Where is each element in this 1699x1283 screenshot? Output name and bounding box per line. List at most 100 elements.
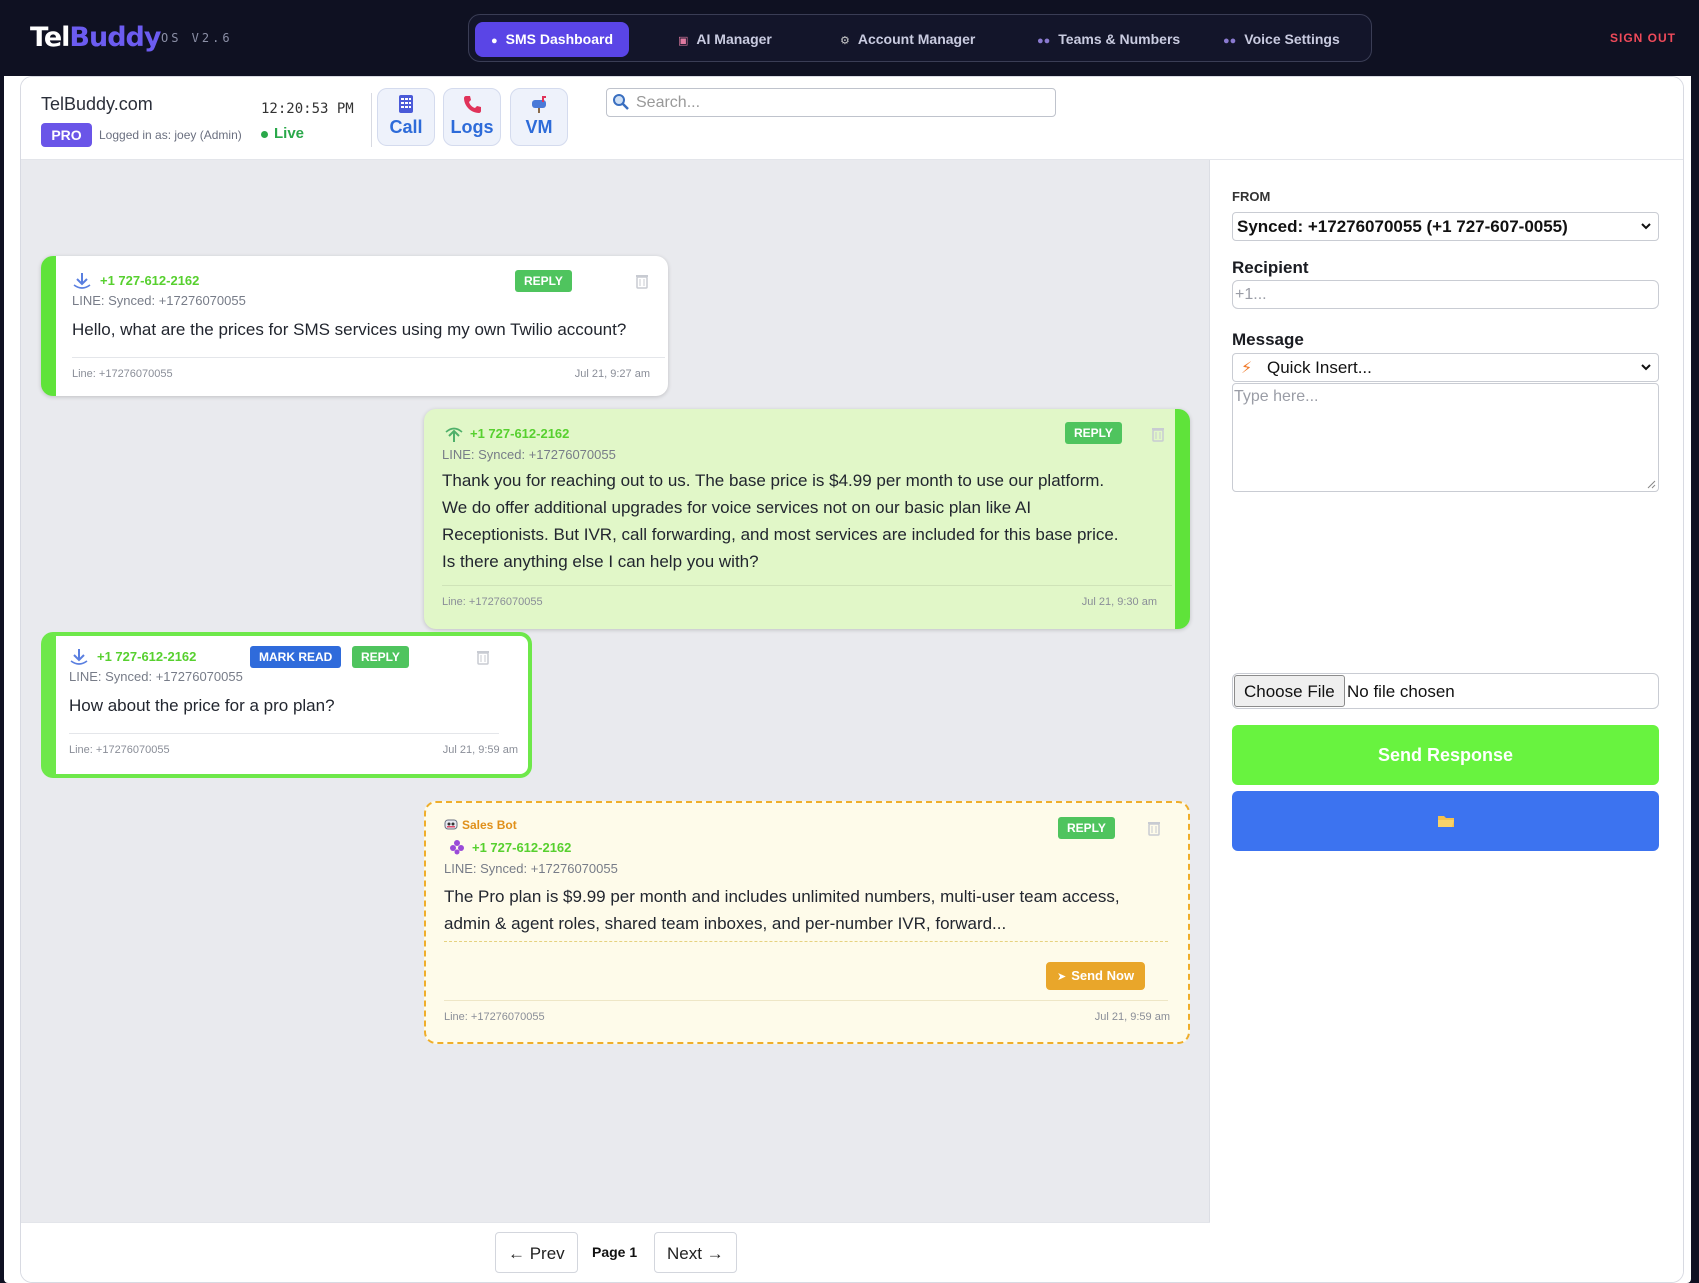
message-card: +1 727-612-2162 LINE: Synced: +172760700… xyxy=(424,409,1190,629)
contact-number[interactable]: +1 727-612-2162 xyxy=(470,426,569,441)
contact-number[interactable]: +1 727-612-2162 xyxy=(100,273,199,288)
compose-panel: FROM Synced: +17276070055 (+1 727-607-00… xyxy=(1211,160,1683,1282)
reply-button[interactable]: REPLY xyxy=(1058,817,1115,839)
gear-icon: ⚙ xyxy=(840,35,850,47)
message-feed: +1 727-612-2162 LINE: Synced: +172760700… xyxy=(21,160,1210,1222)
search-icon xyxy=(613,94,629,110)
attach-button[interactable] xyxy=(1232,791,1659,851)
contact-number[interactable]: +1 727-612-2162 xyxy=(97,649,196,664)
choose-file-button[interactable]: Choose File xyxy=(1234,675,1345,707)
line-label: LINE: Synced: +17276070055 xyxy=(69,669,243,684)
message-body: The Pro plan is $9.99 per month and incl… xyxy=(444,887,1120,933)
from-select[interactable]: Synced: +17276070055 (+1 727-607-0055) xyxy=(1232,212,1659,241)
live-dot-icon xyxy=(261,130,268,138)
footer-line: Line: +17276070055 xyxy=(72,368,173,380)
divider xyxy=(69,733,499,734)
outbound-arrow-icon xyxy=(445,427,463,442)
resize-handle-icon[interactable] xyxy=(1647,480,1656,489)
main-nav: ● SMS Dashboard ▣ AI Manager ⚙ Account Mana… xyxy=(468,14,1372,62)
divider xyxy=(444,941,1168,942)
recipient-label: Recipient xyxy=(1232,258,1309,277)
search-box[interactable] xyxy=(606,88,1056,117)
footer-line: Line: +17276070055 xyxy=(442,596,543,608)
page-indicator: Page 1 xyxy=(592,1244,638,1260)
chat-bubble-icon: ● xyxy=(491,35,498,47)
search-input[interactable] xyxy=(636,91,1046,114)
trash-icon[interactable] xyxy=(1151,426,1165,442)
line-label: LINE: Synced: +17276070055 xyxy=(72,293,246,308)
logs-button[interactable]: Logs xyxy=(443,88,501,146)
message-card: +1 727-612-2162 LINE: Synced: +172760700… xyxy=(41,256,668,396)
rocket-icon: ➤ xyxy=(1057,971,1067,983)
send-response-button[interactable]: Send Response xyxy=(1232,725,1659,785)
phone-keypad-icon xyxy=(378,94,434,114)
trash-icon[interactable] xyxy=(1147,820,1161,836)
file-input[interactable]: Choose File No file chosen xyxy=(1232,673,1659,709)
nav-sms-dashboard[interactable]: ● SMS Dashboard xyxy=(475,22,630,57)
nav-ai-manager[interactable]: ▣ AI Manager xyxy=(662,22,788,57)
mark-read-button[interactable]: MARK READ xyxy=(250,646,342,668)
prev-page-button[interactable]: ← Prev xyxy=(495,1232,578,1273)
trash-icon[interactable] xyxy=(635,273,649,289)
timestamp: Jul 21, 9:27 am xyxy=(574,368,650,380)
people-icon: ●● xyxy=(1223,35,1237,47)
reply-button[interactable]: REPLY xyxy=(515,270,572,292)
file-status: No file chosen xyxy=(1347,682,1455,701)
nav-voice-settings[interactable]: ●● Voice Settings xyxy=(1207,22,1356,57)
chevron-down-icon xyxy=(1641,223,1651,230)
brand-logo[interactable]: TelBuddy xyxy=(30,22,161,53)
plan-badge: PRO xyxy=(41,123,92,147)
line-label: LINE: Synced: +17276070055 xyxy=(444,861,618,876)
dashboard-header: TelBuddy.com PRO Logged in as: joey (Adm… xyxy=(21,77,1683,160)
message-card-unread: +1 727-612-2162 LINE: Synced: +172760700… xyxy=(41,632,532,778)
divider xyxy=(444,1000,1168,1001)
top-bar: TelBuddy OS V2.6 ● SMS Dashboard ▣ AI Mana… xyxy=(0,0,1699,76)
logged-in-label: Logged in as: joey (Admin) xyxy=(99,128,242,142)
lightning-icon: ⚡ xyxy=(1241,360,1253,377)
divider xyxy=(72,357,665,358)
footer-line: Line: +17276070055 xyxy=(69,744,170,756)
timestamp: Jul 21, 9:30 am xyxy=(1081,596,1157,608)
message-body: How about the price for a pro plan? xyxy=(69,696,335,715)
chevron-down-icon xyxy=(1641,364,1651,371)
live-status: Live xyxy=(261,125,304,142)
bot-draft-card: Sales Bot +1 727-612-2162 LINE: Synced: … xyxy=(424,801,1190,1044)
robot-icon: ▣ xyxy=(678,35,689,47)
dashboard-card: TelBuddy.com PRO Logged in as: joey (Adm… xyxy=(20,76,1684,1283)
phone-icon xyxy=(444,94,500,114)
reply-button[interactable]: REPLY xyxy=(352,646,409,668)
inbound-arrow-icon xyxy=(73,273,91,289)
clock: 12:20:53 PM xyxy=(261,101,354,117)
divider xyxy=(442,585,1172,586)
trash-icon[interactable] xyxy=(476,649,490,665)
nav-account-manager[interactable]: ⚙ Account Manager xyxy=(824,22,991,57)
people-icon: ●● xyxy=(1037,35,1051,47)
call-button[interactable]: Call xyxy=(377,88,435,146)
message-textarea[interactable]: Type here... xyxy=(1232,383,1659,492)
pagination: ← Prev Page 1 Next → xyxy=(21,1222,1210,1282)
footer-line: Line: +17276070055 xyxy=(444,1011,545,1023)
version-label: OS V2.6 xyxy=(161,31,233,45)
divider xyxy=(371,93,372,147)
recipient-input[interactable]: +1... xyxy=(1232,280,1659,309)
message-label: Message xyxy=(1232,330,1304,349)
timestamp: Jul 21, 9:59 am xyxy=(1094,1011,1170,1023)
sign-out-link[interactable]: SIGN OUT xyxy=(1610,31,1676,45)
message-body: Thank you for reaching out to us. The ba… xyxy=(442,471,1119,571)
folder-icon xyxy=(1437,816,1454,827)
timestamp: Jul 21, 9:59 am xyxy=(442,744,518,756)
line-label: LINE: Synced: +17276070055 xyxy=(442,447,616,462)
quick-insert-select[interactable]: ⚡ Quick Insert... xyxy=(1232,353,1659,382)
from-label: FROM xyxy=(1232,189,1271,204)
reply-button[interactable]: REPLY xyxy=(1065,422,1122,444)
contact-number[interactable]: +1 727-612-2162 xyxy=(472,840,571,855)
nav-teams-numbers[interactable]: ●● Teams & Numbers xyxy=(1021,22,1196,57)
site-name: TelBuddy.com xyxy=(41,94,153,114)
send-now-button[interactable]: ➤ Send Now xyxy=(1046,962,1146,990)
message-body: Hello, what are the prices for SMS servi… xyxy=(72,320,627,339)
voicemail-button[interactable]: VM xyxy=(510,88,568,146)
mailbox-icon xyxy=(511,94,567,114)
next-page-button[interactable]: Next → xyxy=(654,1232,737,1273)
inbound-arrow-icon xyxy=(70,649,88,665)
bot-name: Sales Bot xyxy=(462,818,517,832)
